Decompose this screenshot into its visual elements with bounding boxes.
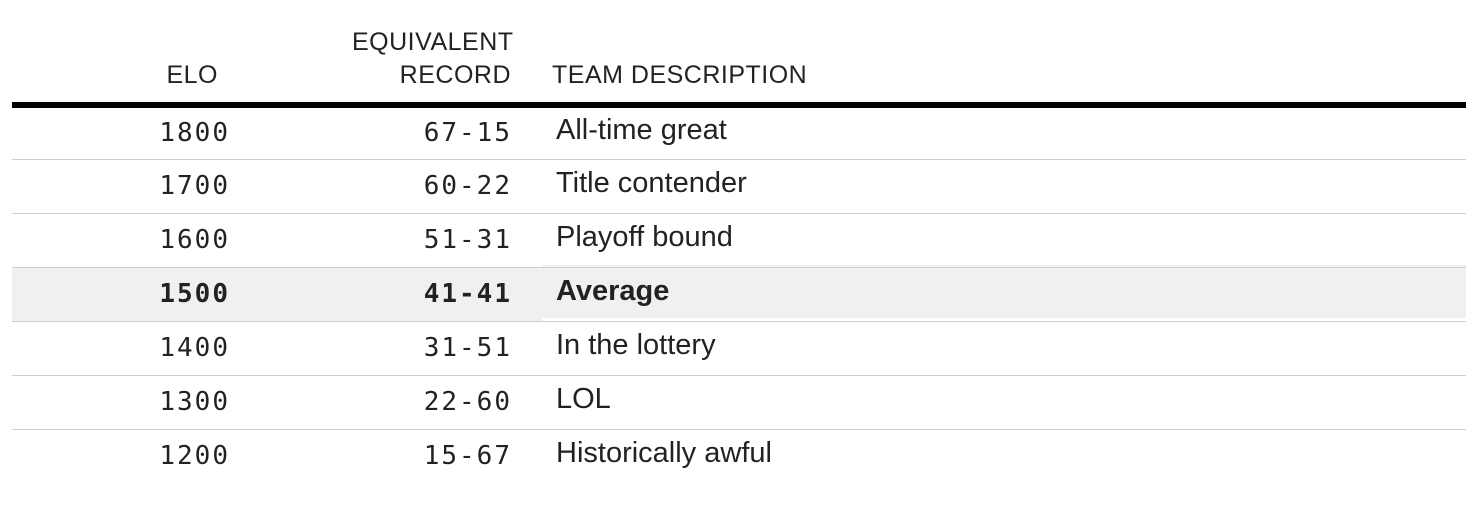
table-row: 1700 60-22 Title contender	[12, 159, 1466, 213]
description-cell: LOL	[556, 382, 611, 415]
table-row: 1600 51-31 Playoff bound	[12, 213, 1466, 267]
description-cell: Average	[556, 274, 670, 307]
table-header: ELO EQUIVALENT RECORD TEAM DESCRIPTION	[12, 26, 1466, 105]
table-body: 1800 67-15 All-time great 1700 60-22 Tit…	[12, 105, 1466, 483]
description-cell: In the lottery	[556, 328, 716, 361]
header-description-label: TEAM DESCRIPTION	[552, 61, 808, 89]
description-cell: All-time great	[556, 113, 727, 146]
elo-table: ELO EQUIVALENT RECORD TEAM DESCRIPTION 1…	[12, 26, 1466, 483]
description-cell: Historically awful	[556, 436, 772, 469]
header-record-line1: EQUIVALENT	[352, 28, 514, 56]
record-cell: 31-51	[423, 333, 512, 363]
record-cell: 22-60	[423, 387, 512, 417]
table-row: 1200 15-67 Historically awful	[12, 429, 1466, 483]
record-cell: 15-67	[423, 441, 512, 472]
elo-cell: 1400	[159, 333, 230, 363]
header-row: ELO EQUIVALENT RECORD TEAM DESCRIPTION	[12, 26, 1466, 105]
table-row: 1800 67-15 All-time great	[12, 105, 1466, 159]
elo-cell: 1300	[159, 387, 230, 417]
elo-cell: 1600	[159, 225, 230, 255]
elo-cell: 1800	[159, 118, 230, 149]
description-cell: Title contender	[556, 166, 747, 199]
elo-cell: 1200	[159, 441, 230, 472]
header-record-line2: RECORD	[399, 61, 511, 89]
header-equivalent-record: EQUIVALENT RECORD	[352, 26, 542, 105]
record-cell: 67-15	[423, 118, 512, 149]
description-cell: Playoff bound	[556, 220, 733, 253]
table-row: 1400 31-51 In the lottery	[12, 321, 1466, 375]
table-row: 1300 22-60 LOL	[12, 375, 1466, 429]
table-row: 1500 41-41 Average	[12, 267, 1466, 321]
elo-table-container: ELO EQUIVALENT RECORD TEAM DESCRIPTION 1…	[12, 26, 1466, 483]
header-team-description: TEAM DESCRIPTION	[542, 26, 1466, 105]
elo-cell: 1500	[159, 279, 230, 309]
record-cell: 51-31	[423, 225, 512, 255]
header-elo-label: ELO	[166, 61, 218, 89]
record-cell: 60-22	[423, 171, 512, 201]
record-cell: 41-41	[423, 279, 512, 309]
elo-cell: 1700	[159, 171, 230, 201]
header-elo: ELO	[12, 26, 352, 105]
